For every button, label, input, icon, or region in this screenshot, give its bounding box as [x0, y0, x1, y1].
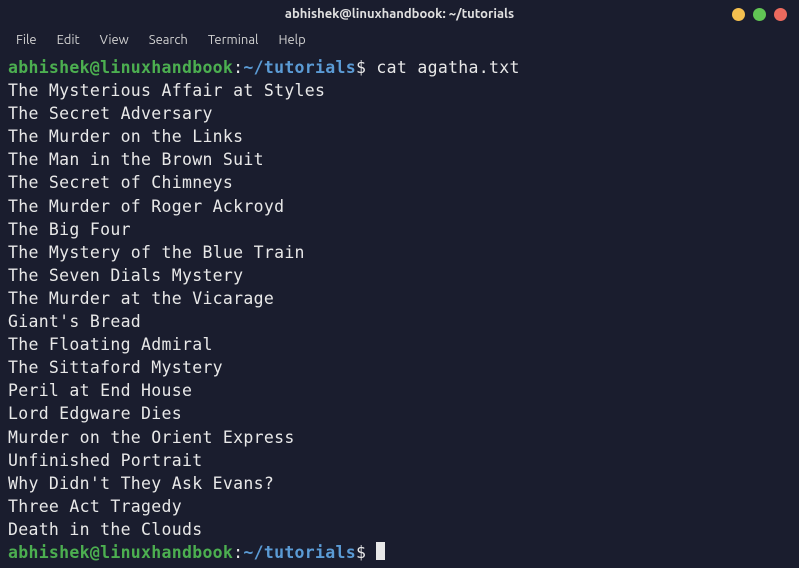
menu-edit[interactable]: Edit [49, 31, 88, 49]
output-line: The Man in the Brown Suit [8, 148, 791, 171]
prompt-path: ~/tutorials [243, 58, 356, 77]
output-line: The Mysterious Affair at Styles [8, 79, 791, 102]
output-line: Death in the Clouds [8, 518, 791, 541]
close-button[interactable] [774, 8, 787, 21]
menu-terminal[interactable]: Terminal [200, 31, 267, 49]
command-text [366, 543, 376, 562]
prompt-user-host: abhishek@linuxhandbook [8, 58, 233, 77]
prompt-user-host: abhishek@linuxhandbook [8, 543, 233, 562]
command-text: cat agatha.txt [366, 58, 520, 77]
prompt-line-1: abhishek@linuxhandbook:~/tutorials$ cat … [8, 56, 791, 79]
output-line: The Secret Adversary [8, 102, 791, 125]
menu-search[interactable]: Search [141, 31, 196, 49]
cursor [376, 542, 385, 560]
output-line: The Murder at the Vicarage [8, 287, 791, 310]
window-title: abhishek@linuxhandbook: ~/tutorials [285, 7, 514, 21]
window-controls [732, 8, 787, 21]
output-container: The Mysterious Affair at StylesThe Secre… [8, 79, 791, 541]
prompt-dollar: $ [356, 58, 366, 77]
prompt-colon: : [233, 543, 243, 562]
output-line: Lord Edgware Dies [8, 402, 791, 425]
output-line: The Big Four [8, 218, 791, 241]
prompt-dollar: $ [356, 543, 366, 562]
output-line: Murder on the Orient Express [8, 426, 791, 449]
output-line: Giant's Bread [8, 310, 791, 333]
output-line: The Murder on the Links [8, 125, 791, 148]
output-line: The Secret of Chimneys [8, 171, 791, 194]
output-line: Why Didn't They Ask Evans? [8, 472, 791, 495]
menu-view[interactable]: View [92, 31, 137, 49]
output-line: The Murder of Roger Ackroyd [8, 195, 791, 218]
output-line: The Seven Dials Mystery [8, 264, 791, 287]
output-line: Three Act Tragedy [8, 495, 791, 518]
output-line: The Mystery of the Blue Train [8, 241, 791, 264]
terminal-body[interactable]: abhishek@linuxhandbook:~/tutorials$ cat … [0, 52, 799, 568]
output-line: The Floating Admiral [8, 333, 791, 356]
prompt-line-2: abhishek@linuxhandbook:~/tutorials$ [8, 541, 791, 564]
prompt-colon: : [233, 58, 243, 77]
maximize-button[interactable] [753, 8, 766, 21]
output-line: The Sittaford Mystery [8, 356, 791, 379]
menubar: File Edit View Search Terminal Help [0, 28, 799, 52]
titlebar: abhishek@linuxhandbook: ~/tutorials [0, 0, 799, 28]
output-line: Peril at End House [8, 379, 791, 402]
prompt-path: ~/tutorials [243, 543, 356, 562]
menu-help[interactable]: Help [270, 31, 313, 49]
menu-file[interactable]: File [8, 31, 45, 49]
minimize-button[interactable] [732, 8, 745, 21]
output-line: Unfinished Portrait [8, 449, 791, 472]
